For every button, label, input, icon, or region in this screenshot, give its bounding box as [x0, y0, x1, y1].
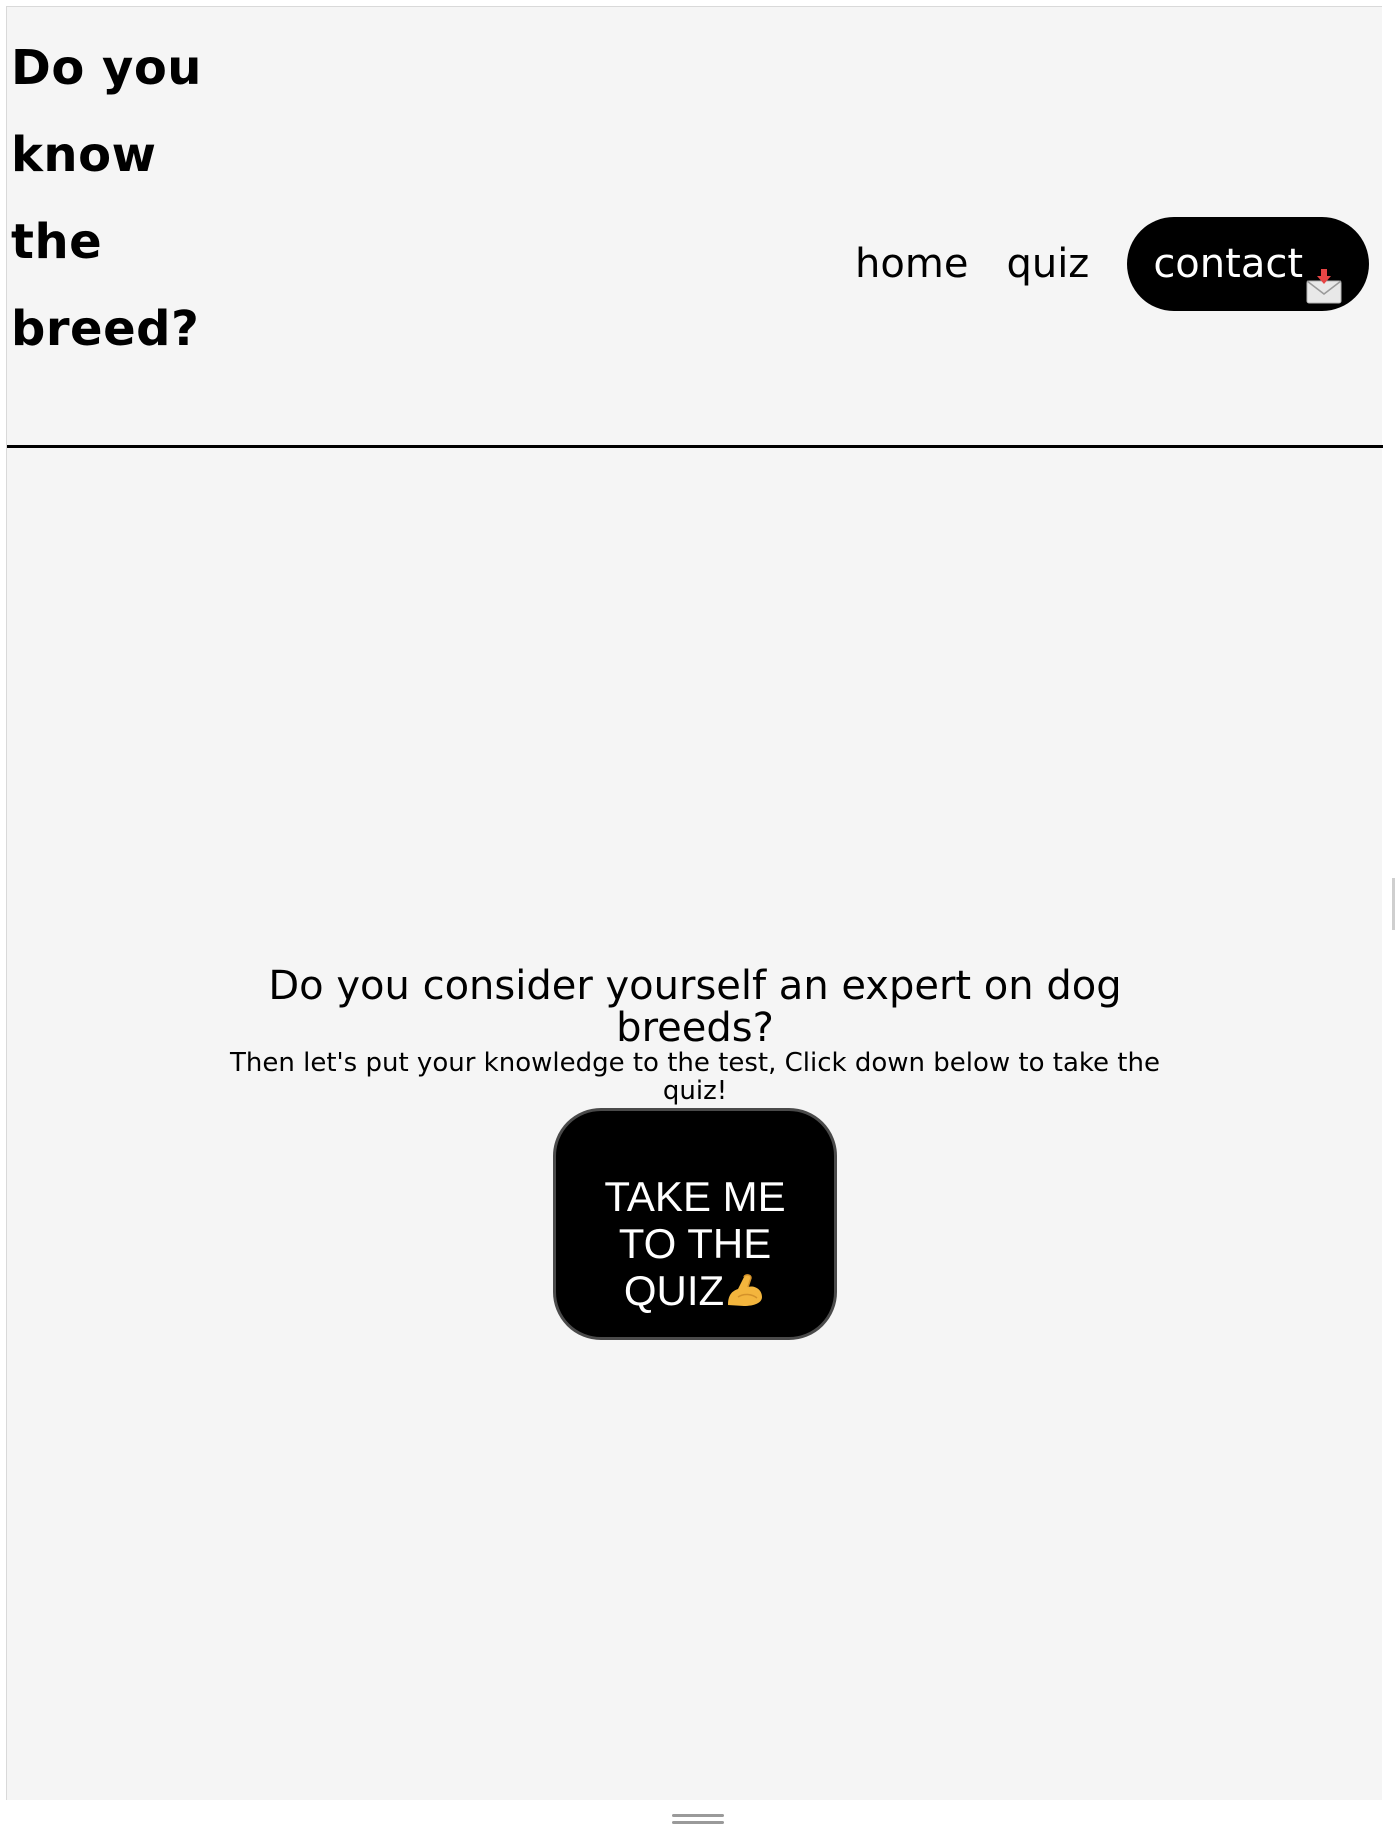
- nav-link-quiz[interactable]: quiz: [987, 238, 1108, 290]
- flexed-biceps-icon: [724, 1271, 766, 1309]
- main-nav: home quiz contact: [836, 217, 1369, 311]
- site-title: Do you know the breed?: [11, 40, 202, 357]
- resize-handle-line: [672, 1814, 724, 1817]
- hero-section: Do you consider yourself an expert on do…: [7, 965, 1383, 1340]
- nav-link-home[interactable]: home: [836, 238, 987, 290]
- envelope-with-arrow-icon: [1305, 249, 1343, 304]
- nav-link-contact[interactable]: contact: [1127, 217, 1369, 311]
- nav-link-contact-label: contact: [1153, 241, 1303, 287]
- hero-subtitle: Then let's put your knowledge to the tes…: [230, 1048, 1160, 1106]
- resize-handle[interactable]: [672, 1814, 724, 1826]
- site-header: Do you know the breed? home quiz contact: [7, 7, 1383, 448]
- page-viewport: Do you know the breed? home quiz contact…: [6, 6, 1383, 1800]
- take-quiz-button[interactable]: TAKE ME TO THE QUIZ: [553, 1108, 837, 1340]
- hero-title: Do you consider yourself an expert on do…: [268, 963, 1122, 1051]
- resize-handle-line: [672, 1821, 724, 1824]
- scrollbar-thumb[interactable]: [1392, 878, 1395, 930]
